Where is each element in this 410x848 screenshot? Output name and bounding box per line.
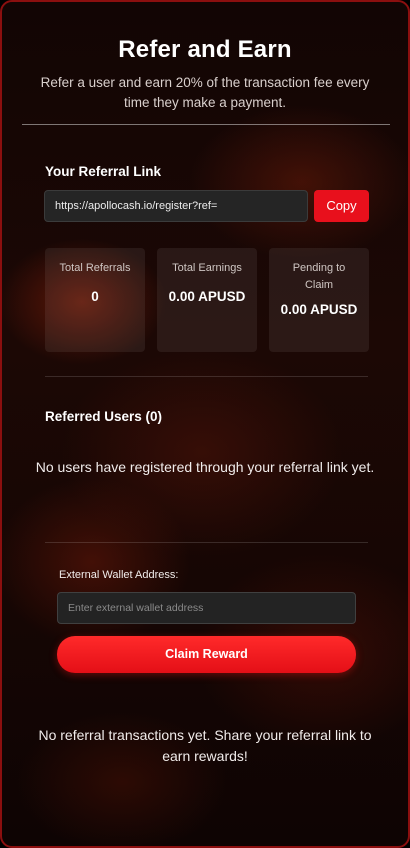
page-subtitle: Refer a user and earn 20% of the transac… bbox=[40, 75, 370, 110]
claim-divider bbox=[45, 542, 368, 543]
stat-value: 0.00 APUSD bbox=[168, 289, 246, 304]
header-divider bbox=[22, 124, 390, 125]
stat-label: Pending to Claim bbox=[292, 262, 346, 291]
stat-value: 0.00 APUSD bbox=[280, 302, 358, 317]
referred-users-heading: Referred Users (0) bbox=[45, 409, 163, 424]
copy-button[interactable]: Copy bbox=[314, 190, 369, 222]
stat-total-earnings: Total Earnings 0.00 APUSD bbox=[157, 248, 257, 352]
claim-reward-button[interactable]: Claim Reward bbox=[57, 636, 356, 673]
stat-value: 0 bbox=[91, 289, 99, 304]
referred-users-empty-message: No users have registered through your re… bbox=[35, 459, 375, 475]
page-title: Refer and Earn bbox=[118, 36, 292, 63]
stats-divider bbox=[45, 376, 368, 377]
referral-link-field[interactable]: https://apollocash.io/register?ref= bbox=[44, 190, 308, 222]
transactions-empty-message: No referral transactions yet. Share your… bbox=[38, 727, 372, 764]
stat-pending-claim: Pending to Claim 0.00 APUSD bbox=[269, 248, 369, 352]
stat-total-referrals: Total Referrals 0 bbox=[45, 248, 145, 352]
stat-label: Total Earnings bbox=[172, 262, 242, 274]
stat-label: Total Referrals bbox=[59, 262, 131, 274]
wallet-address-input[interactable] bbox=[57, 592, 356, 624]
referral-link-label: Your Referral Link bbox=[45, 164, 162, 179]
refer-earn-panel: Refer and Earn Refer a user and earn 20%… bbox=[0, 0, 410, 848]
wallet-address-label: External Wallet Address: bbox=[59, 569, 179, 581]
